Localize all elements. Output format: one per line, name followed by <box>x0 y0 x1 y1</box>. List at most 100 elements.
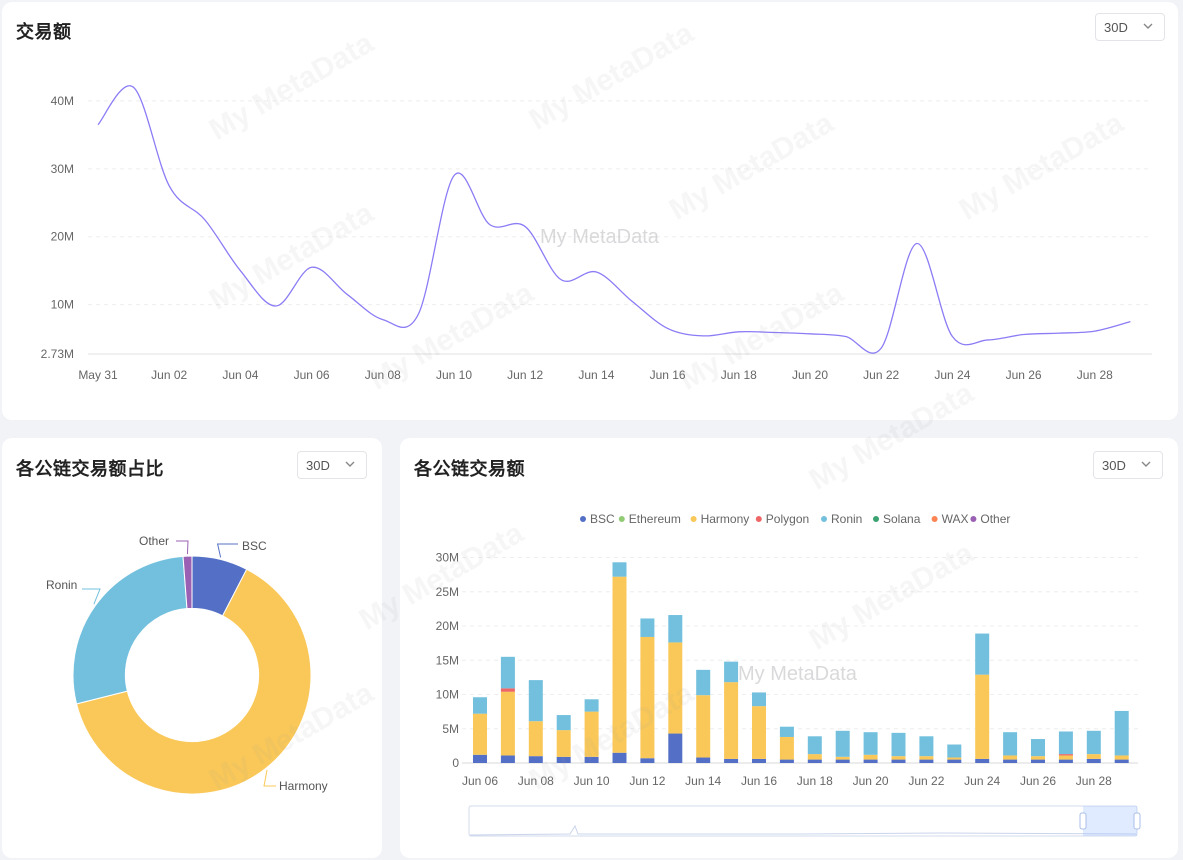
bar-harmony <box>528 721 543 757</box>
bar-ronin <box>947 744 962 758</box>
legend-marker <box>580 516 586 522</box>
bar-bsc <box>1058 759 1073 763</box>
bar-harmony <box>947 757 962 760</box>
zoom-track <box>468 805 1138 837</box>
x-tick-label: Jun 22 <box>908 774 944 788</box>
bar-ronin <box>919 736 934 757</box>
bar-harmony <box>696 695 711 758</box>
label-line <box>82 588 101 605</box>
x-tick-label: Jun 10 <box>574 774 610 788</box>
bar-harmony <box>1058 755 1073 760</box>
bar-harmony <box>584 711 599 757</box>
series-line <box>97 85 1131 354</box>
bar-ronin <box>1003 732 1018 756</box>
legend-label: Polygon <box>766 512 809 526</box>
x-tick-label: Jun 04 <box>222 368 258 382</box>
slice-ronin <box>72 555 188 705</box>
label-line <box>216 543 238 558</box>
bar-ronin <box>752 692 766 707</box>
x-tick-label: Jun 18 <box>721 368 757 382</box>
x-tick-label: Jun 16 <box>741 774 777 788</box>
y-tick-label: 40M <box>51 94 74 108</box>
legend-marker <box>690 516 697 522</box>
bar-bsc <box>1003 759 1018 763</box>
x-tick-label: Jun 20 <box>853 774 889 788</box>
legend-item: Polygon <box>755 512 809 526</box>
zoom-window <box>1083 806 1137 836</box>
zoom-handle-right <box>1133 812 1141 830</box>
bar-ronin <box>1086 730 1101 755</box>
slice-label: Harmony <box>279 779 328 793</box>
y-tick-label: 5M <box>442 722 459 736</box>
bar-harmony <box>1031 756 1045 760</box>
x-tick-label: Jun 06 <box>294 368 330 382</box>
bar-harmony <box>835 756 850 760</box>
bar-bsc <box>947 759 962 763</box>
bar-harmony <box>724 682 739 759</box>
zoom-handle-left <box>1079 812 1087 830</box>
bar-ronin <box>640 618 655 637</box>
bar-bsc <box>724 758 739 763</box>
x-tick-label: Jun 26 <box>1020 774 1056 788</box>
x-tick-label: Jun 02 <box>151 368 187 382</box>
bar-bsc <box>1031 759 1045 763</box>
bar-bsc <box>528 756 543 763</box>
donut-chart: BSC Harmony Ronin Other <box>46 534 328 795</box>
bar-ronin <box>1114 710 1129 756</box>
x-tick-label: Jun 08 <box>518 774 554 788</box>
bar-bsc <box>779 759 794 763</box>
bar-harmony <box>612 576 627 753</box>
y-tick-label: 10M <box>436 688 459 702</box>
x-tick-label: Jun 20 <box>792 368 828 382</box>
legend-marker <box>821 516 827 522</box>
bar-ronin <box>835 730 850 757</box>
zoom-slider[interactable] <box>468 805 1141 837</box>
label-line <box>176 540 189 555</box>
bar-harmony <box>500 691 515 756</box>
bar-bsc <box>807 759 822 763</box>
bar-ronin <box>528 680 543 722</box>
y-tick-label: 2.73M <box>41 347 74 361</box>
x-tick-label: Jun 10 <box>436 368 472 382</box>
legend-item: WAX <box>931 512 968 526</box>
bar-bsc <box>863 759 878 763</box>
x-tick-label: Jun 26 <box>1006 368 1042 382</box>
bar-ronin <box>863 732 878 755</box>
x-tick-label: Jun 12 <box>507 368 543 382</box>
x-tick-label: Jun 18 <box>797 774 833 788</box>
y-tick-label: 25M <box>436 585 459 599</box>
x-tick-label: Jun 24 <box>964 774 1000 788</box>
bar-bsc <box>1114 759 1129 763</box>
legend-marker <box>970 516 977 522</box>
bar-bsc <box>1086 758 1101 763</box>
legend-marker <box>618 516 625 522</box>
legend-item: Ronin <box>821 512 862 526</box>
bar-ronin <box>724 661 739 683</box>
bar-ronin <box>612 562 627 577</box>
bar-harmony <box>975 674 990 759</box>
y-tick-label: 30M <box>436 551 459 565</box>
bar-harmony <box>779 736 794 760</box>
x-tick-label: Jun 28 <box>1077 368 1113 382</box>
x-tick-label: Jun 12 <box>629 774 665 788</box>
bar-bsc <box>612 752 627 763</box>
bar-harmony <box>863 754 878 760</box>
bar-ronin <box>668 615 683 643</box>
y-tick-label: 10M <box>51 298 74 312</box>
bar-ronin <box>1058 731 1073 755</box>
bar-ronin <box>500 656 515 689</box>
bar-harmony <box>1114 755 1129 760</box>
bar-harmony <box>807 754 822 760</box>
bar-harmony <box>752 706 766 759</box>
bar-bsc <box>919 759 934 763</box>
chain-volume-panel: 各公链交易额 30D BSC Ethereum Harmony Polygon Roni… <box>400 438 1178 858</box>
bar-harmony <box>919 756 934 760</box>
x-tick-label: Jun 06 <box>462 774 498 788</box>
bar-harmony <box>556 730 571 757</box>
bar-polygon <box>1058 754 1073 756</box>
label-line <box>263 769 276 787</box>
bar-bsc <box>473 754 487 763</box>
y-tick-label: 20M <box>51 230 74 244</box>
legend-label: Harmony <box>701 512 750 526</box>
chain-share-panel: 各公链交易额占比 30D BSC Harmony Ronin Other <box>2 438 382 858</box>
